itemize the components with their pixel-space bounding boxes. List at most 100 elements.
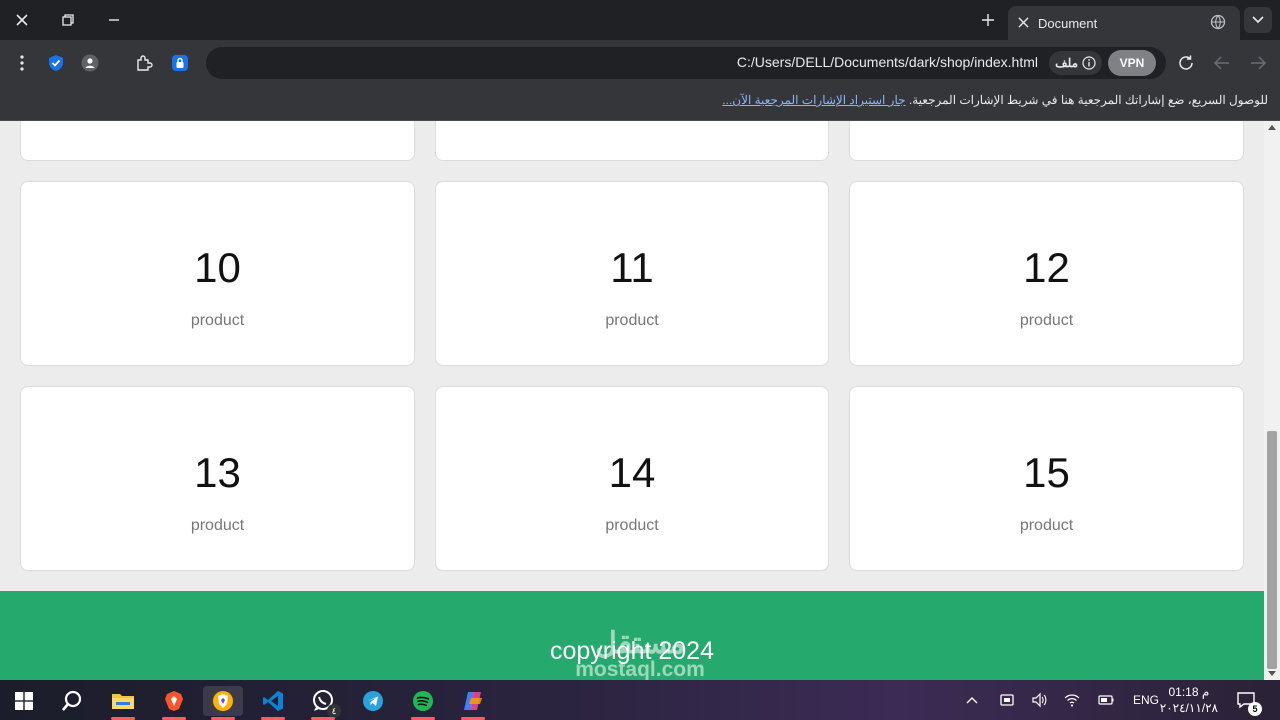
restore-icon [62, 14, 74, 26]
forward-button[interactable] [1247, 52, 1269, 74]
chevron-down-icon [1252, 16, 1264, 24]
arrow-right-icon [1251, 56, 1266, 70]
device-tray-icon[interactable] [999, 680, 1015, 720]
brave-browser-button[interactable] [203, 686, 243, 720]
bookmarks-hint-text: للوصول السريع، ضع إشاراتك المرجعية هنا ف… [908, 93, 1268, 107]
bookmarks-bar: للوصول السريع، ضع إشاراتك المرجعية هنا ف… [0, 86, 1280, 121]
shield-extension-button[interactable] [45, 52, 67, 74]
product-card[interactable]: 12 product [849, 181, 1244, 366]
wifi-icon[interactable] [1064, 680, 1080, 720]
copilot-button[interactable] [453, 686, 493, 720]
brave-icon [165, 691, 183, 711]
product-card[interactable]: 15 product [849, 386, 1244, 571]
file-explorer-button[interactable] [103, 686, 143, 720]
system-clock[interactable]: 01:18 م ٢٠٢٤/١١/٢٨ [1160, 684, 1218, 716]
close-window-button[interactable] [8, 6, 36, 34]
restore-window-button[interactable] [54, 6, 82, 34]
title-bar: Document [0, 0, 1280, 40]
start-icon [15, 692, 33, 710]
browser-menu-button[interactable] [11, 52, 33, 74]
globe-icon [1210, 14, 1240, 33]
site-info-chip[interactable]: ملف [1049, 51, 1102, 75]
language-indicator[interactable]: ENG [1133, 680, 1159, 720]
search-icon [62, 690, 82, 711]
product-card-partial[interactable] [849, 121, 1244, 161]
whatsapp-badge: ٤ [327, 704, 341, 718]
browser-toolbar: C:/Users/DELL/Documents/dark/shop/index.… [0, 40, 1280, 86]
puzzle-icon [137, 55, 153, 71]
notifications-button[interactable]: 5 [1236, 680, 1262, 720]
site-info-label: ملف [1055, 56, 1078, 70]
volume-icon[interactable] [1031, 680, 1047, 720]
plus-icon [982, 14, 994, 26]
reload-button[interactable] [1175, 52, 1197, 74]
chevron-up-icon [966, 697, 978, 704]
copilot-icon [464, 692, 482, 710]
scroll-thumb[interactable] [1267, 431, 1277, 669]
lock-icon [172, 55, 188, 71]
brave-button[interactable] [154, 686, 194, 720]
bookmarks-hint: للوصول السريع، ضع إشاراتك المرجعية هنا ف… [722, 93, 1268, 107]
page-content: 10 product 11 product 12 product 13 prod… [0, 121, 1264, 680]
product-label: product [1019, 312, 1074, 329]
product-card-partial[interactable] [435, 121, 829, 161]
show-hidden-icons-button[interactable] [966, 680, 978, 720]
close-tab-icon[interactable] [1008, 15, 1038, 32]
start-button[interactable] [4, 686, 44, 716]
notification-count-badge: 5 [1248, 702, 1262, 716]
tab-document[interactable]: Document [1008, 6, 1240, 40]
tab-title: Document [1038, 15, 1098, 31]
brave-browser-icon [213, 691, 233, 711]
product-label: product [190, 517, 245, 534]
back-button[interactable] [1211, 52, 1233, 74]
product-label: product [1019, 517, 1074, 534]
copyright-text: copyright 2024 [549, 637, 714, 665]
product-card[interactable]: 11 product [435, 181, 829, 366]
product-label: product [190, 312, 245, 329]
address-bar[interactable]: C:/Users/DELL/Documents/dark/shop/index.… [206, 47, 1166, 79]
tab-search-button[interactable] [1244, 7, 1272, 33]
shield-check-icon [49, 55, 63, 71]
spotify-button[interactable] [403, 686, 443, 720]
vpn-button[interactable]: VPN [1108, 50, 1156, 76]
reload-icon [1179, 55, 1193, 70]
new-tab-button[interactable] [974, 6, 1002, 34]
minimize-window-button[interactable] [100, 6, 128, 34]
product-number: 10 [194, 244, 241, 291]
product-card[interactable]: 13 product [20, 386, 415, 571]
extensions-button[interactable] [133, 52, 155, 74]
telegram-icon [363, 691, 383, 711]
import-bookmarks-link[interactable]: جار استيراد الإشارات المرجعية الآن... [722, 93, 905, 107]
lock-extension-button[interactable] [169, 52, 191, 74]
whatsapp-button[interactable]: ٤ [303, 686, 343, 720]
product-number: 15 [1023, 449, 1070, 496]
url-text[interactable]: C:/Users/DELL/Documents/dark/shop/index.… [737, 54, 1038, 70]
clock-time: 01:18 م [1168, 685, 1210, 699]
scroll-up-arrow-icon[interactable] [1268, 125, 1276, 130]
product-number: 14 [608, 449, 656, 496]
battery-icon[interactable] [1098, 680, 1114, 720]
product-number: 11 [610, 244, 654, 291]
clock-date: ٢٠٢٤/١١/٢٨ [1159, 701, 1218, 715]
page-footer: copyright 2024 [0, 591, 1264, 680]
vscode-icon [263, 691, 283, 711]
product-card-partial[interactable] [20, 121, 415, 161]
taskbar: ٤ ENG 01:18 م ٢٠٢٤/١١/٢٨ 5 [0, 680, 1280, 720]
product-label: product [605, 312, 659, 329]
close-icon [16, 14, 28, 26]
file-explorer-icon [112, 694, 134, 709]
telegram-button[interactable] [353, 686, 393, 716]
kebab-menu-icon [20, 55, 24, 71]
minimize-icon [109, 19, 119, 21]
profile-button[interactable] [79, 52, 101, 74]
info-icon [1082, 56, 1096, 70]
scroll-down-arrow-icon[interactable] [1268, 671, 1276, 676]
arrow-left-icon [1214, 56, 1229, 70]
page-scrollbar[interactable] [1264, 121, 1280, 680]
product-card[interactable]: 10 product [20, 181, 415, 366]
vscode-button[interactable] [253, 686, 293, 720]
product-label: product [605, 517, 659, 534]
product-card[interactable]: 14 product [435, 386, 829, 571]
taskbar-search-button[interactable] [52, 686, 92, 716]
profile-icon [81, 54, 99, 72]
